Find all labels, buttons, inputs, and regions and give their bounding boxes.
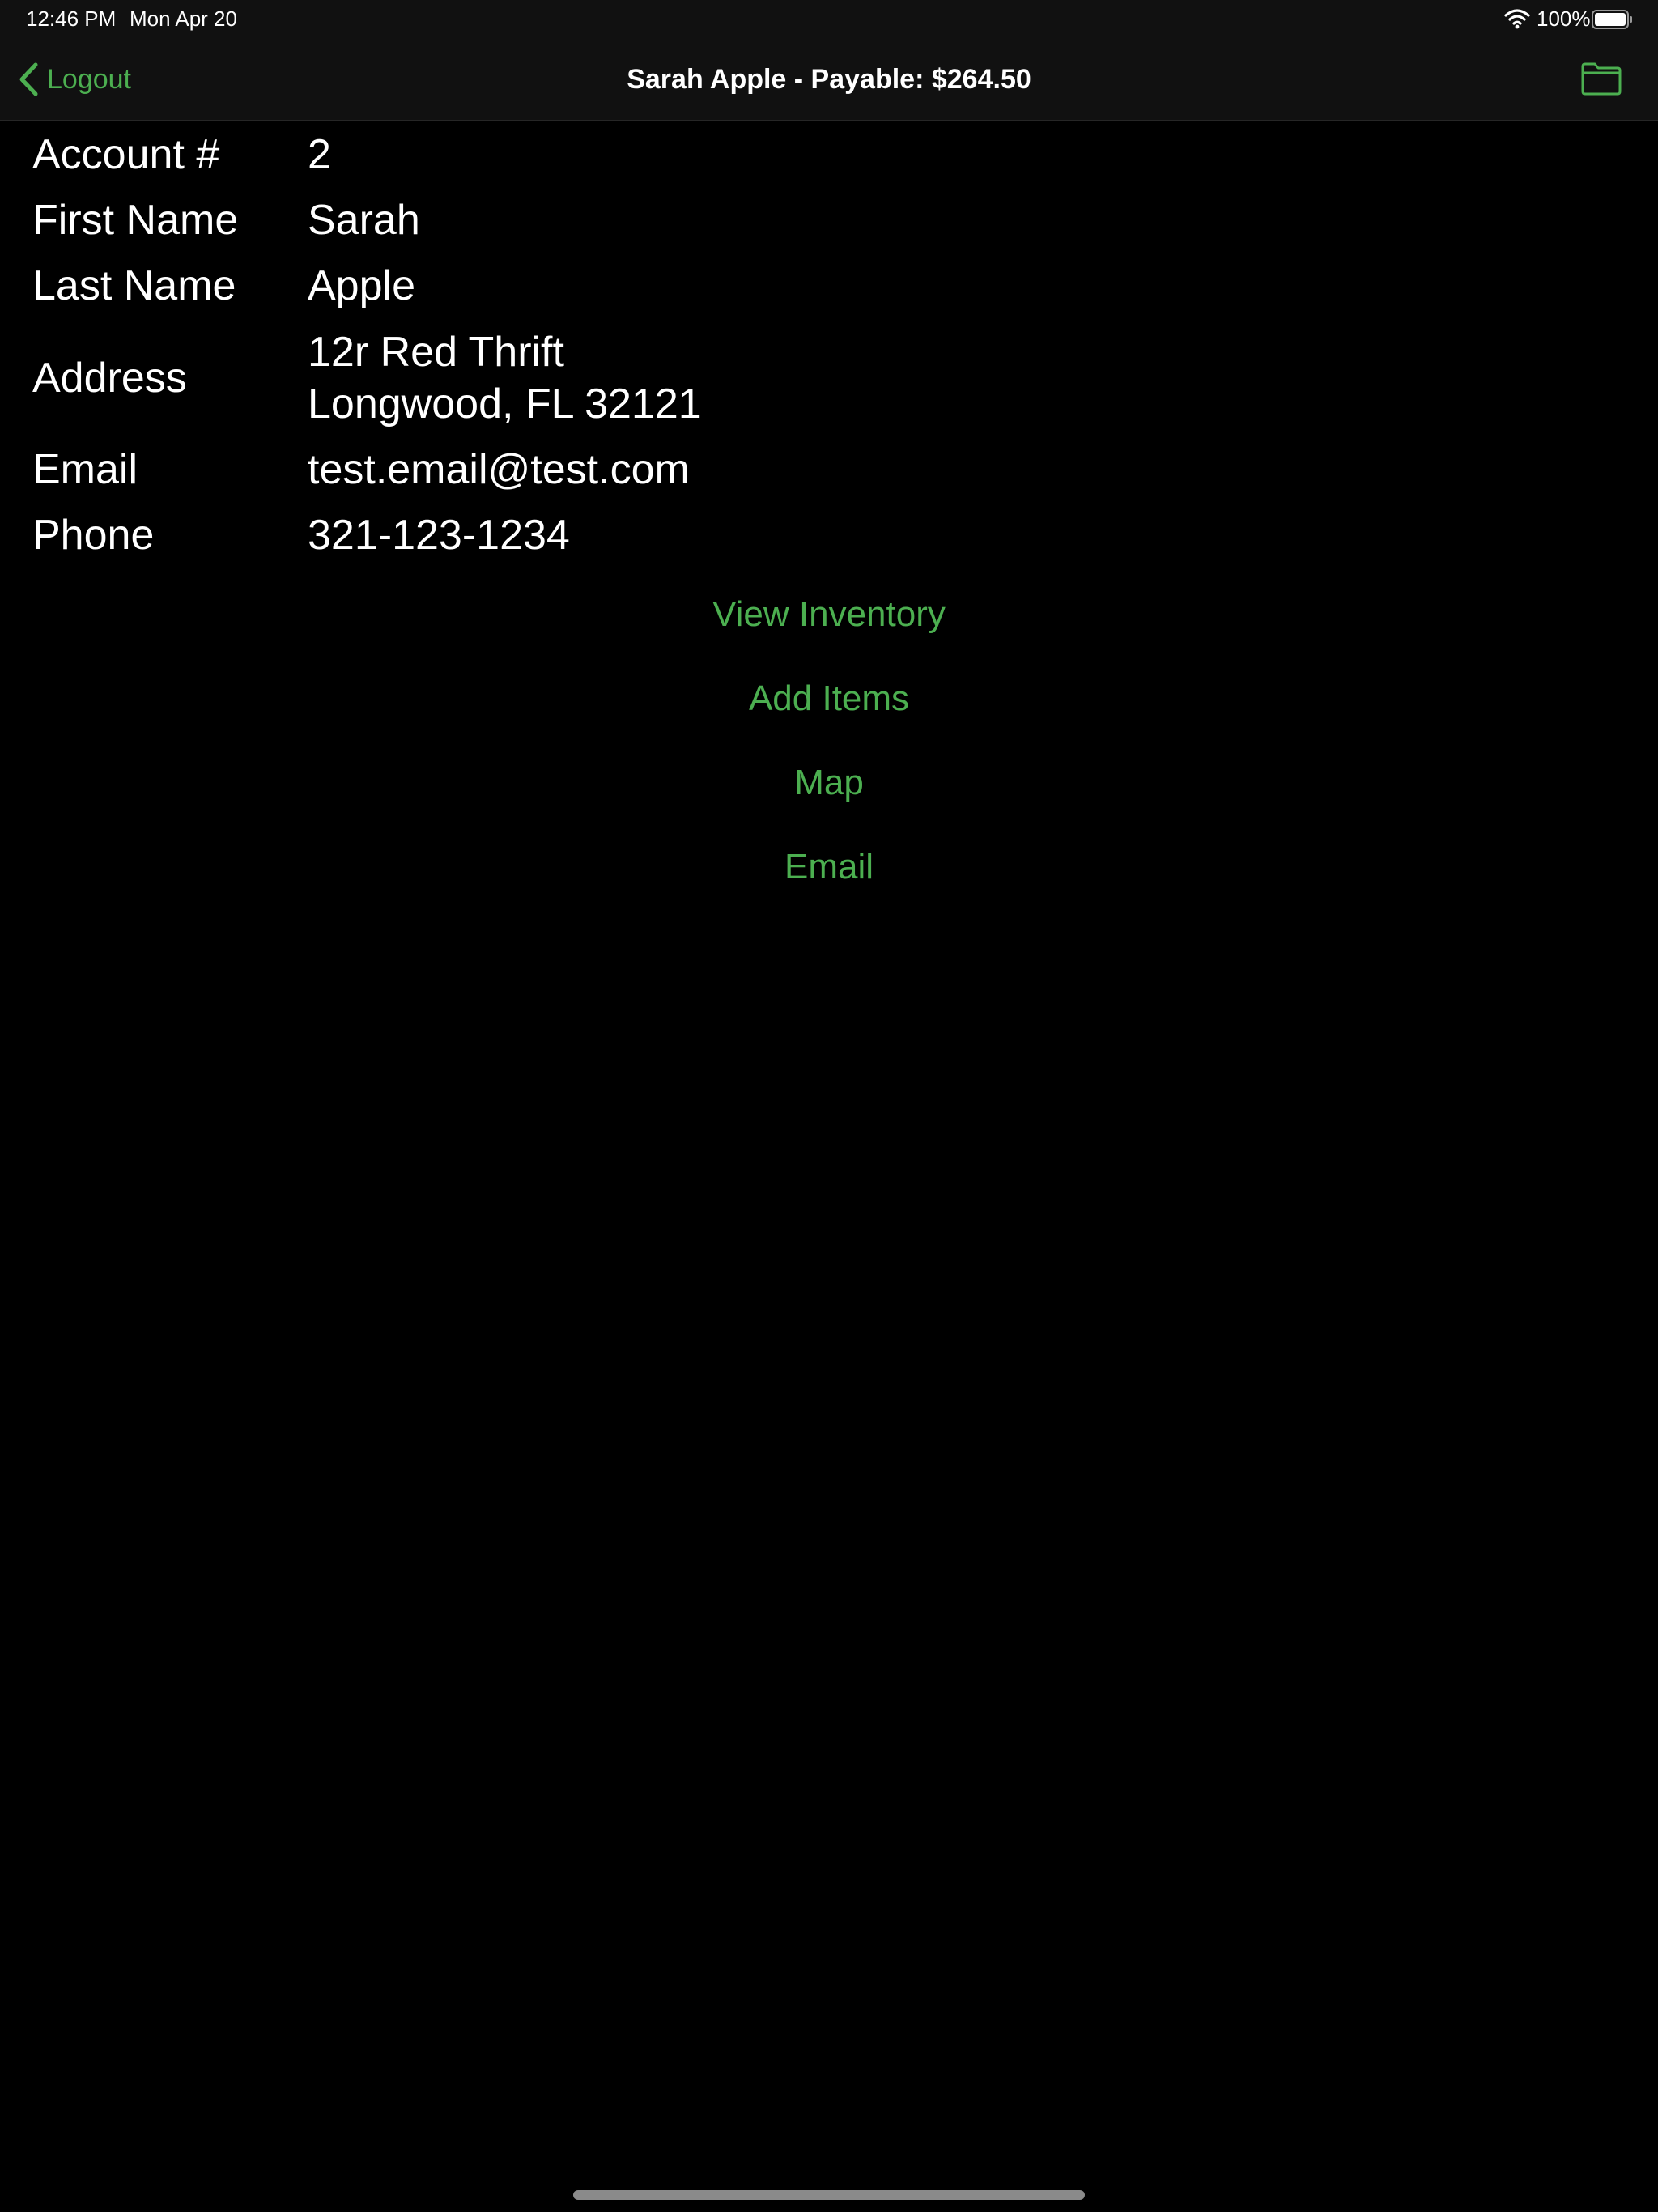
phone-label: Phone bbox=[32, 512, 155, 559]
first-name-label: First Name bbox=[32, 197, 239, 244]
first-name-row: First Name Sarah bbox=[32, 188, 1619, 253]
email-value: test.email@test.com bbox=[308, 446, 690, 493]
view-inventory-button[interactable]: View Inventory bbox=[0, 588, 1658, 672]
add-items-button[interactable]: Add Items bbox=[0, 672, 1658, 756]
status-time: 12:46 PM bbox=[26, 6, 117, 31]
email-button[interactable]: Email bbox=[0, 840, 1658, 925]
actions-list: View Inventory Add Items Map Email bbox=[0, 588, 1658, 925]
status-bar: 12:46 PM Mon Apr 20 100% bbox=[0, 0, 1658, 39]
map-button[interactable]: Map bbox=[0, 756, 1658, 840]
last-name-value: Apple bbox=[308, 262, 415, 309]
last-name-row: Last Name Apple bbox=[32, 253, 1619, 319]
page-title: Sarah Apple - Payable: $264.50 bbox=[627, 64, 1031, 95]
address-label: Address bbox=[32, 355, 187, 402]
battery-percentage: 100% bbox=[1537, 6, 1591, 31]
logout-label: Logout bbox=[47, 63, 131, 95]
address-row: Address 12r Red Thrift Longwood, FL 3212… bbox=[32, 319, 1619, 437]
navigation-bar: Sarah Apple - Payable: $264.50 Logout bbox=[0, 39, 1658, 121]
address-line-1: 12r Red Thrift bbox=[308, 329, 564, 376]
customer-details: Account # 2 First Name Sarah Last Name A… bbox=[32, 121, 1619, 568]
home-indicator[interactable] bbox=[573, 2190, 1085, 2200]
last-name-label: Last Name bbox=[32, 262, 236, 309]
wifi-icon bbox=[1504, 8, 1530, 29]
first-name-value: Sarah bbox=[308, 197, 420, 244]
chevron-left-icon bbox=[18, 62, 39, 97]
status-date: Mon Apr 20 bbox=[130, 6, 237, 31]
account-label: Account # bbox=[32, 131, 220, 178]
account-value: 2 bbox=[308, 131, 331, 178]
logout-button[interactable]: Logout bbox=[18, 60, 131, 99]
address-value: 12r Red Thrift Longwood, FL 32121 bbox=[308, 326, 702, 430]
address-line-2: Longwood, FL 32121 bbox=[308, 381, 702, 428]
folder-icon bbox=[1580, 62, 1622, 100]
phone-row: Phone 321-123-1234 bbox=[32, 502, 1619, 568]
account-row: Account # 2 bbox=[32, 121, 1619, 188]
email-label: Email bbox=[32, 446, 138, 493]
email-row: Email test.email@test.com bbox=[32, 437, 1619, 502]
battery-icon bbox=[1592, 10, 1634, 29]
phone-value: 321-123-1234 bbox=[308, 512, 570, 559]
folder-button[interactable] bbox=[1580, 60, 1622, 97]
